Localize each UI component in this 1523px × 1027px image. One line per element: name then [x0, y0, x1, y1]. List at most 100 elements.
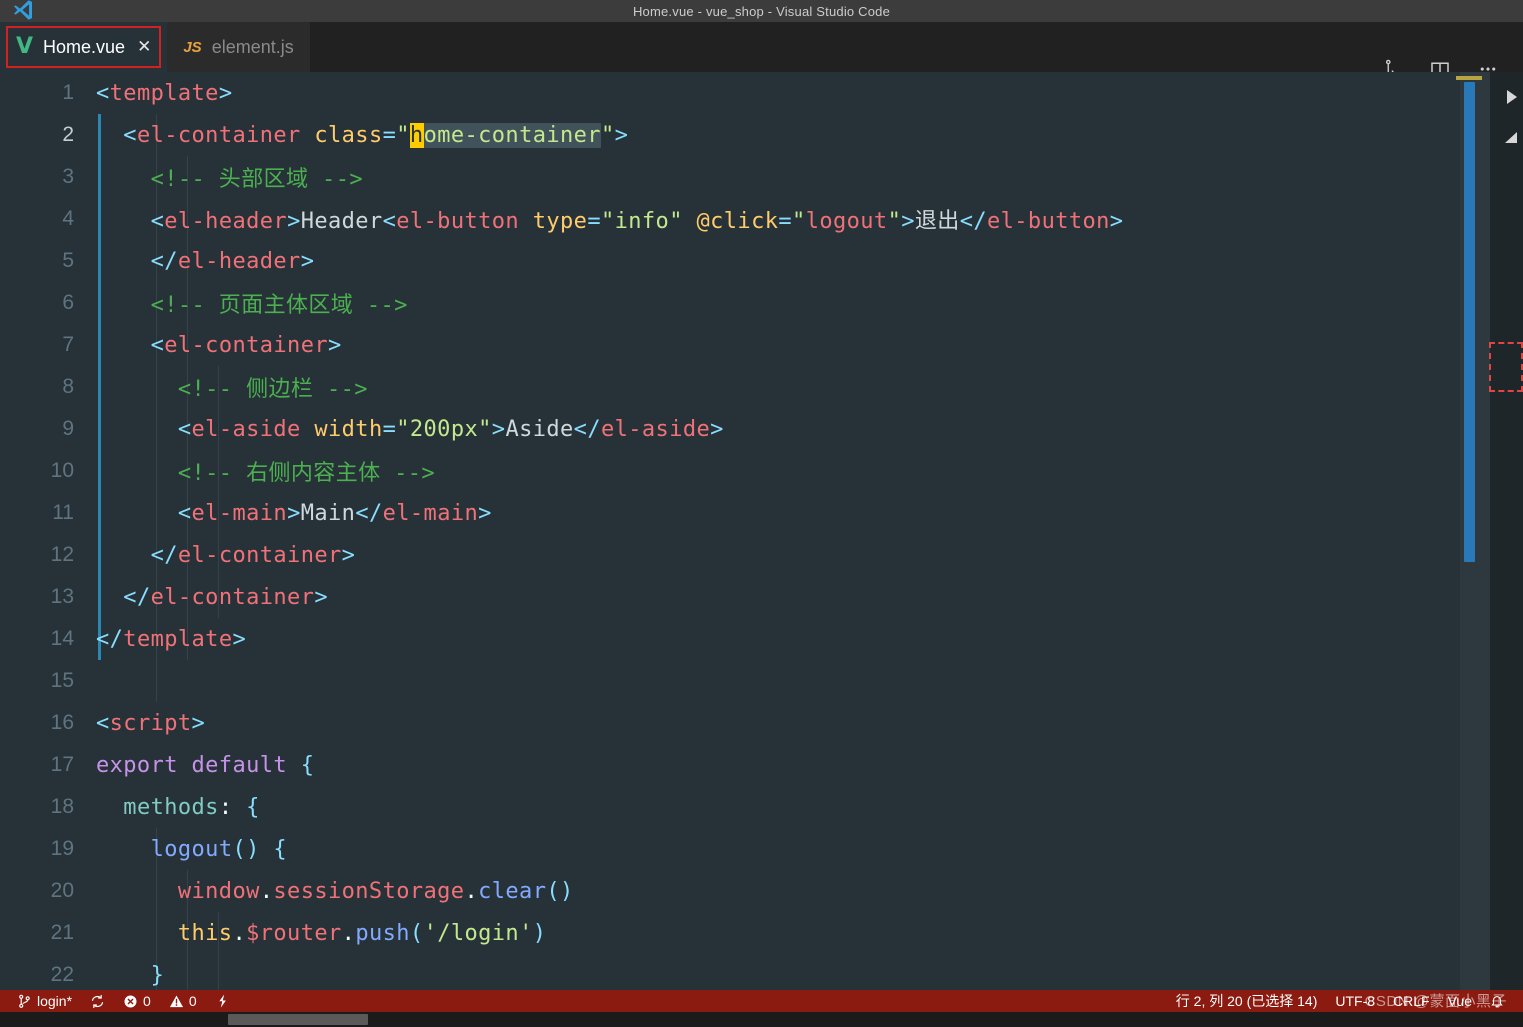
code-line: 7 <el-container> [0, 324, 1523, 366]
line-number: 8 [62, 375, 74, 398]
line-content: <el-main>Main</el-main> [177, 500, 492, 526]
window-title: Home.vue - vue_shop - Visual Studio Code [632, 3, 891, 19]
code-line: 8 <!-- 侧边栏 --> [0, 366, 1523, 408]
code-line: 6 <!-- 页面主体区域 --> [0, 282, 1523, 324]
minimap-cursor-marker [1456, 76, 1482, 80]
status-bar-left: login* 0 0 [0, 990, 239, 1012]
source-control-branch-icon [17, 994, 32, 1009]
line-content: export default { [96, 752, 315, 778]
line-content: </el-header> [150, 248, 315, 274]
code-editor[interactable]: 1 <template> 2 <el-container class="home… [0, 72, 1523, 990]
vertical-scrollbar-thumb[interactable] [1464, 82, 1475, 562]
line-content: <!-- 侧边栏 --> [96, 377, 368, 402]
code-line: 5 </el-header> [0, 240, 1523, 282]
tab-label: element.js [211, 36, 294, 57]
status-language-mode[interactable]: Vue [1439, 990, 1481, 1012]
line-content: <el-aside width="200px">Aside</el-aside> [177, 416, 724, 442]
horizontal-scrollbar-track[interactable] [0, 1012, 1523, 1027]
code-line: 2 <el-container class="home-container"> [0, 114, 1523, 156]
code-line: 17 export default { [0, 744, 1523, 786]
line-number: 21 [50, 921, 74, 944]
line-number: 1 [62, 81, 74, 104]
line-content: } [150, 962, 165, 988]
code-line: 11 <el-main>Main</el-main> [0, 492, 1523, 534]
line-content: <el-container> [150, 332, 342, 358]
line-number: 18 [50, 795, 74, 818]
code-lines-container: 1 <template> 2 <el-container class="home… [0, 72, 1523, 990]
errors-count: 0 [143, 993, 151, 1009]
code-line: 20 window.sessionStorage.clear() [0, 870, 1523, 912]
code-line: 4 <el-header>Header<el-button type="info… [0, 198, 1523, 240]
status-bar: login* 0 0 行 2, 列 20 (已选择 14) UTF-8 CRLF… [0, 990, 1523, 1012]
code-line: 21 this.$router.push('/login') [0, 912, 1523, 954]
vscode-window: Home.vue - vue_shop - Visual Studio Code… [0, 0, 1523, 1027]
code-line: 22 } [0, 954, 1523, 990]
overview-ruler[interactable] [1490, 72, 1523, 990]
line-content: <el-header>Header<el-button type="info" … [150, 209, 1124, 234]
line-number: 14 [50, 627, 74, 650]
line-content: <!-- 右侧内容主体 --> [96, 461, 436, 486]
code-line: 3 <!-- 头部区域 --> [0, 156, 1523, 198]
language-label: Vue [1447, 993, 1472, 1009]
line-number: 7 [62, 333, 74, 356]
line-content: window.sessionStorage.clear() [177, 878, 574, 904]
line-content: logout() { [150, 836, 288, 862]
code-line: 19 logout() { [0, 828, 1523, 870]
status-branch[interactable]: login* [8, 990, 81, 1012]
line-number: 17 [50, 753, 74, 776]
line-number: 6 [62, 291, 74, 314]
status-sync[interactable] [81, 990, 114, 1012]
warnings-count: 0 [188, 993, 197, 1009]
status-cursor-position[interactable]: 行 2, 列 20 (已选择 14) [1167, 990, 1327, 1012]
editor-tab-bar: V Home.vue ✕ JS element.js [0, 22, 1523, 79]
scroll-marker-icon [1505, 132, 1517, 143]
status-notifications[interactable] [1481, 990, 1513, 1012]
title-bar: Home.vue - vue_shop - Visual Studio Code [0, 0, 1523, 22]
radio-tower-icon [215, 993, 230, 1009]
line-content: <template> [96, 80, 233, 106]
line-content: <!-- 页面主体区域 --> [96, 293, 408, 318]
line-number: 12 [50, 543, 74, 566]
status-errors[interactable]: 0 [114, 990, 160, 1012]
line-number: 2 [62, 123, 74, 146]
line-number: 4 [62, 207, 74, 230]
vue-file-icon: V [16, 34, 34, 59]
status-eol[interactable]: CRLF [1384, 990, 1439, 1012]
line-content: </el-container> [123, 584, 328, 610]
status-ports[interactable] [206, 990, 239, 1012]
code-line: 16 <script> [0, 702, 1523, 744]
line-content: </template> [96, 626, 247, 652]
error-icon [123, 994, 138, 1009]
horizontal-scrollbar-thumb[interactable] [228, 1014, 368, 1025]
status-encoding[interactable]: UTF-8 [1326, 990, 1384, 1012]
vscode-logo-icon [14, 0, 32, 20]
tab-home-vue[interactable]: V Home.vue ✕ [0, 22, 168, 72]
warning-icon [169, 994, 184, 1009]
scroll-up-indicator-icon [1507, 90, 1517, 104]
status-bar-right: 行 2, 列 20 (已选择 14) UTF-8 CRLF Vue [1167, 990, 1523, 1012]
line-number: 16 [50, 711, 74, 734]
encoding-label: UTF-8 [1335, 993, 1376, 1009]
tab-element-js[interactable]: JS element.js [167, 22, 310, 72]
code-line: 13 </el-container> [0, 576, 1523, 618]
line-content: this.$router.push('/login') [177, 920, 547, 946]
code-line: 14 </template> [0, 618, 1523, 660]
status-warnings[interactable]: 0 [160, 990, 206, 1012]
code-line: 1 <template> [0, 72, 1523, 114]
line-number: 3 [62, 165, 74, 188]
tab-label: Home.vue [43, 36, 126, 57]
line-content: <el-container class="home-container"> [123, 122, 629, 148]
line-number: 13 [50, 585, 74, 608]
branch-label: login* [37, 993, 73, 1009]
line-number: 19 [50, 837, 74, 860]
notifications-bell-icon [1490, 994, 1504, 1008]
code-line: 18 methods: { [0, 786, 1523, 828]
javascript-file-icon: JS [183, 38, 202, 56]
code-line: 12 </el-container> [0, 534, 1523, 576]
cursor-position-label: 行 2, 列 20 (已选择 14) [1175, 993, 1318, 1009]
line-number: 5 [62, 249, 74, 272]
close-icon[interactable]: ✕ [137, 38, 151, 56]
eol-label: CRLF [1393, 993, 1430, 1009]
line-number: 11 [52, 501, 74, 524]
line-number: 22 [50, 963, 74, 986]
